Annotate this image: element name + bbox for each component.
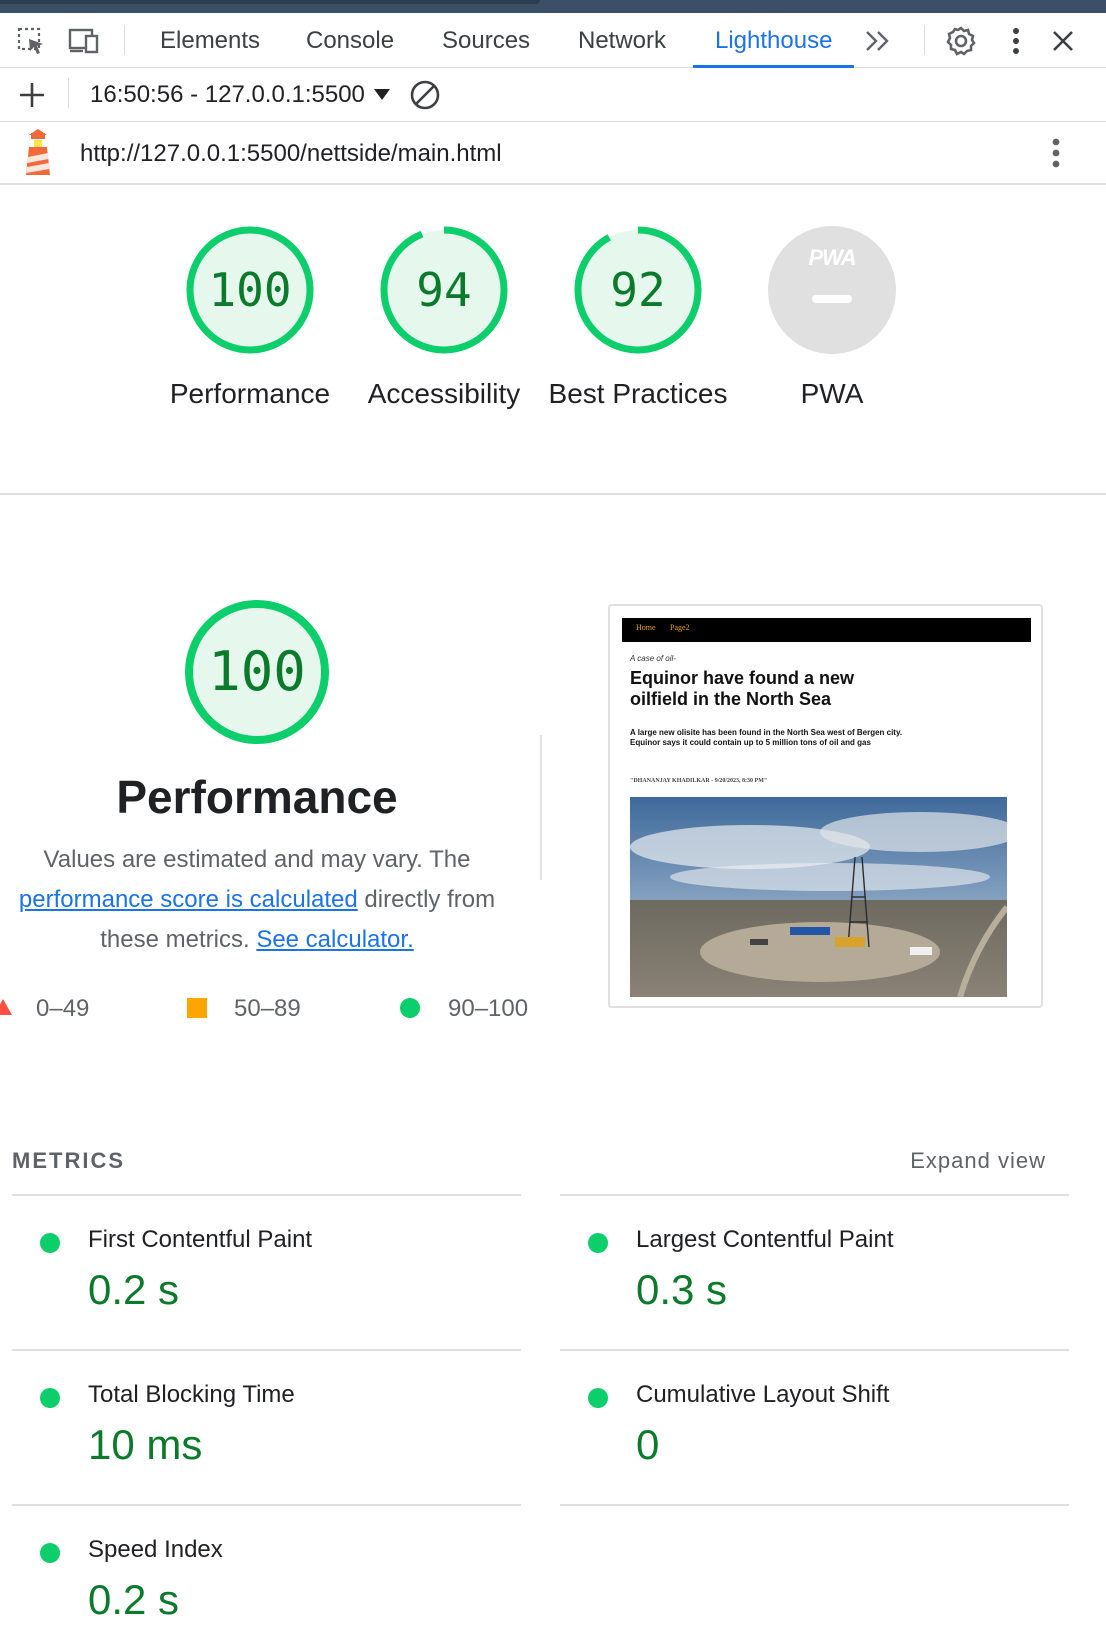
metrics-heading: METRICS bbox=[12, 1148, 125, 1173]
average-square-icon bbox=[187, 998, 207, 1018]
metric-label: First Contentful Paint bbox=[88, 1226, 313, 1253]
pass-circle-icon bbox=[40, 1388, 60, 1408]
metric-label: Speed Index bbox=[88, 1536, 223, 1563]
final-screenshot-thumbnail[interactable]: Home Page2 A case of oil- Equinor have f… bbox=[608, 604, 1043, 1008]
fail-triangle-icon bbox=[0, 999, 12, 1015]
settings-gear-icon[interactable] bbox=[943, 23, 979, 59]
thumbnail-kicker: A case of oil- bbox=[630, 654, 676, 663]
pass-circle-icon bbox=[40, 1543, 60, 1563]
chevron-down-icon[interactable] bbox=[374, 89, 390, 100]
inspect-element-icon[interactable] bbox=[13, 23, 49, 59]
accessibility-gauge[interactable]: 94 bbox=[379, 225, 509, 355]
thumbnail-byline: "DHANANJAY KHADILKAR - 9/20/2023, 8:30 P… bbox=[630, 778, 768, 784]
thumbnail-headline: Equinor have found a new oilfield in the… bbox=[630, 668, 855, 709]
description-text: Values are estimated and may vary. The bbox=[43, 846, 471, 873]
metric-label: Total Blocking Time bbox=[88, 1381, 295, 1408]
score-calculated-link[interactable]: performance score is calculated bbox=[19, 886, 358, 913]
metric-separator bbox=[560, 1504, 1069, 1506]
metric-value: 10 ms bbox=[88, 1421, 203, 1468]
metric-value: 0.3 s bbox=[636, 1266, 728, 1313]
oilfield-photo bbox=[630, 797, 1007, 997]
close-icon[interactable] bbox=[1045, 23, 1081, 59]
thumbnail-nav-page2: Page2 bbox=[670, 623, 690, 632]
thumbnail-body-line: Equinor says it could contain up to 5 mi… bbox=[630, 738, 871, 747]
devtools-toolbar: Elements Console Sources Network Lightho… bbox=[0, 13, 1106, 68]
report-menu-icon[interactable] bbox=[1038, 135, 1074, 171]
performance-description: Values are estimated and may vary. The p… bbox=[0, 840, 514, 960]
tab-sources[interactable]: Sources bbox=[442, 13, 530, 68]
metric-first-contentful-paint: First Contentful Paint 0.2 s bbox=[12, 1196, 492, 1346]
legend-average-range: 50–89 bbox=[234, 995, 301, 1022]
pwa-gauge[interactable]: PWA bbox=[767, 225, 897, 355]
report-url-bar: http://127.0.0.1:5500/nettside/main.html bbox=[0, 122, 1106, 185]
pass-circle-icon bbox=[400, 998, 420, 1018]
best-practices-label: Best Practices bbox=[548, 378, 728, 409]
lighthouse-toolbar: 16:50:56 - 127.0.0.1:5500 bbox=[0, 68, 1106, 122]
thumbnail-body: A large new olisite has been found in th… bbox=[630, 728, 910, 748]
pass-circle-icon bbox=[588, 1233, 608, 1253]
best-practices-gauge[interactable]: 92 bbox=[573, 225, 703, 355]
performance-label: Performance bbox=[169, 378, 331, 409]
performance-gauge[interactable]: 100 bbox=[185, 225, 315, 355]
vertical-divider bbox=[540, 735, 542, 880]
clear-all-icon[interactable] bbox=[407, 77, 443, 113]
performance-big-gauge: 100 bbox=[183, 598, 331, 746]
expand-view-toggle[interactable]: Expand view bbox=[910, 1148, 1046, 1174]
device-toolbar-icon[interactable] bbox=[66, 23, 102, 59]
legend-fail-range: 0–49 bbox=[36, 995, 90, 1022]
pass-circle-icon bbox=[40, 1233, 60, 1253]
tab-elements[interactable]: Elements bbox=[160, 13, 260, 68]
metric-total-blocking-time: Total Blocking Time 10 ms bbox=[12, 1351, 492, 1501]
report-url: http://127.0.0.1:5500/nettside/main.html bbox=[80, 140, 502, 167]
metric-value: 0.2 s bbox=[88, 1266, 180, 1313]
thumbnail-nav-home: Home bbox=[636, 623, 656, 632]
thumbnail-nav: Home Page2 bbox=[622, 618, 1031, 642]
report-session-select[interactable]: 16:50:56 - 127.0.0.1:5500 bbox=[90, 68, 365, 122]
window-top-strip bbox=[0, 0, 1106, 13]
new-report-plus-icon[interactable] bbox=[14, 77, 50, 113]
metric-cumulative-layout-shift: Cumulative Layout Shift 0 bbox=[560, 1351, 1040, 1501]
metric-label: Cumulative Layout Shift bbox=[636, 1381, 890, 1408]
section-divider bbox=[0, 493, 1106, 495]
customize-menu-icon[interactable] bbox=[998, 23, 1034, 59]
tab-network[interactable]: Network bbox=[578, 13, 666, 68]
best-practices-score: 92 bbox=[610, 263, 666, 317]
metric-largest-contentful-paint: Largest Contentful Paint 0.3 s bbox=[560, 1196, 1040, 1346]
toolbar-separator bbox=[124, 25, 125, 55]
thumbnail-body-line: A large new olisite has been found in th… bbox=[630, 728, 903, 737]
pwa-label: PWA bbox=[800, 378, 864, 409]
more-tabs-chevron-icon[interactable] bbox=[860, 23, 896, 59]
tab-lighthouse[interactable]: Lighthouse bbox=[692, 13, 855, 68]
metric-label: Largest Contentful Paint bbox=[636, 1226, 894, 1253]
see-calculator-link[interactable]: See calculator. bbox=[256, 926, 413, 953]
pass-circle-icon bbox=[588, 1388, 608, 1408]
toolbar-separator bbox=[68, 78, 69, 108]
performance-title: Performance bbox=[116, 771, 398, 823]
accessibility-label: Accessibility bbox=[367, 378, 521, 409]
legend-pass-range: 90–100 bbox=[448, 995, 529, 1022]
metric-speed-index: Speed Index 0.2 s bbox=[12, 1506, 492, 1642]
lighthouse-logo-icon bbox=[20, 129, 56, 175]
performance-score: 100 bbox=[208, 263, 292, 317]
metric-value: 0 bbox=[636, 1421, 660, 1468]
accessibility-score: 94 bbox=[416, 263, 472, 317]
browser-tab-edge bbox=[0, 0, 540, 4]
metric-value: 0.2 s bbox=[88, 1576, 180, 1623]
performance-big-score: 100 bbox=[208, 640, 306, 703]
toolbar-separator bbox=[924, 25, 925, 55]
tab-console[interactable]: Console bbox=[306, 13, 394, 68]
pwa-badge-text: PWA bbox=[808, 245, 856, 270]
